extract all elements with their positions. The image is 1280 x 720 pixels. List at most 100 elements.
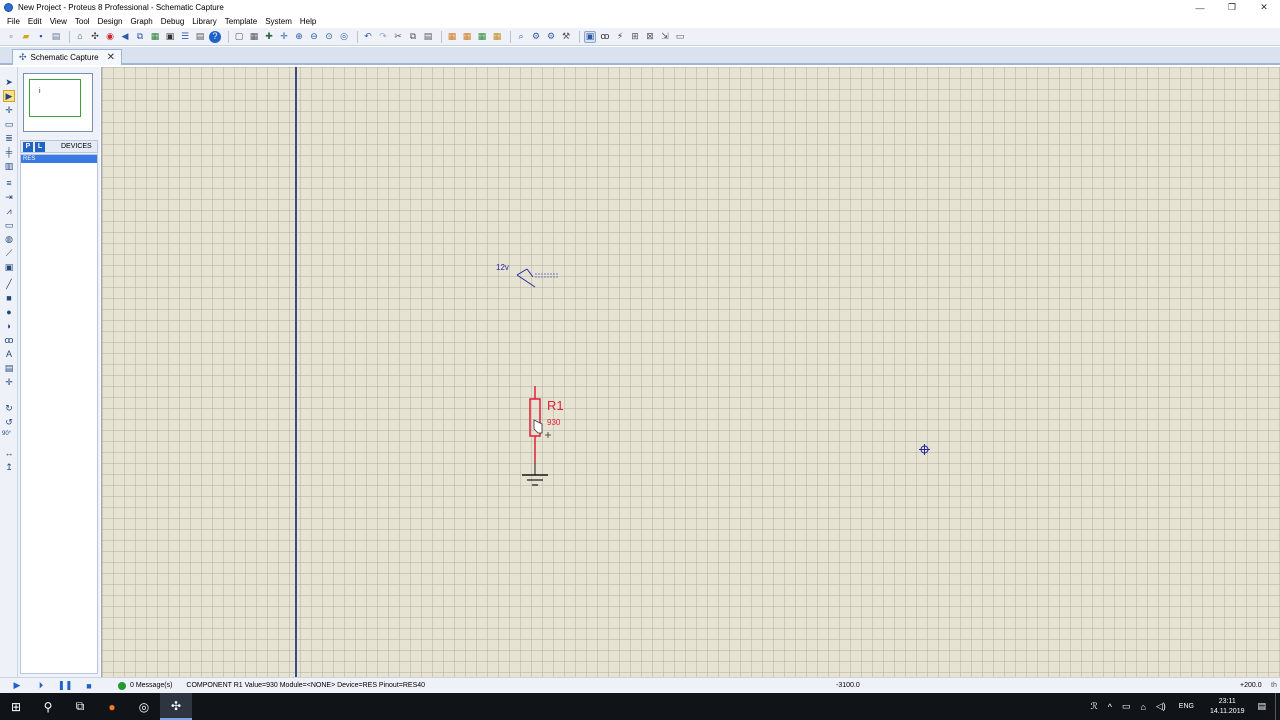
- stop-icon[interactable]: ■: [82, 679, 96, 693]
- pick-devices-button[interactable]: P: [23, 141, 33, 152]
- tape-recorder-icon[interactable]: ▭: [3, 219, 15, 231]
- design-explorer-icon[interactable]: ☰: [179, 31, 191, 43]
- library-manager-button[interactable]: L: [35, 141, 45, 152]
- close-project-icon[interactable]: ▤: [50, 31, 62, 43]
- message-status-icon[interactable]: [118, 681, 126, 690]
- proteus-taskbar-icon[interactable]: ✣: [160, 693, 192, 720]
- menu-template[interactable]: Template: [221, 17, 261, 26]
- junction-dot-icon[interactable]: ✛: [3, 104, 15, 116]
- zoom-in-icon[interactable]: ⊕: [293, 31, 305, 43]
- step-icon[interactable]: ⏵: [34, 679, 48, 693]
- paste-icon[interactable]: ▤: [422, 31, 434, 43]
- chevron-up-icon[interactable]: ^: [1108, 702, 1112, 712]
- menu-design[interactable]: Design: [94, 17, 127, 26]
- ground-terminal[interactable]: [522, 474, 548, 486]
- device-pins-icon[interactable]: ⇥: [3, 191, 15, 203]
- tab-schematic-capture[interactable]: ✣ Schematic Capture ✕: [12, 49, 122, 65]
- pick-device-icon[interactable]: ⌕: [515, 31, 527, 43]
- play-icon[interactable]: ▶: [10, 679, 24, 693]
- network-icon[interactable]: ⌂: [1140, 702, 1145, 712]
- menu-edit[interactable]: Edit: [24, 17, 46, 26]
- message-count[interactable]: 0 Message(s): [130, 682, 172, 689]
- decompose-icon[interactable]: ⚒: [560, 31, 572, 43]
- devices-list[interactable]: RES: [20, 154, 98, 674]
- source-code-icon[interactable]: ▣: [164, 31, 176, 43]
- zoom-all-icon[interactable]: ⊙: [323, 31, 335, 43]
- box-tool-icon[interactable]: ■: [3, 292, 15, 304]
- virtual-instruments-icon[interactable]: ▣: [3, 261, 15, 273]
- marker-tool-icon[interactable]: ✛: [3, 376, 15, 388]
- menu-system[interactable]: System: [261, 17, 296, 26]
- text-tool-icon[interactable]: A: [3, 348, 15, 360]
- battery-icon[interactable]: ▭: [1122, 701, 1131, 712]
- generator-icon[interactable]: ◍: [3, 233, 15, 245]
- schematic-icon[interactable]: ✣: [89, 31, 101, 43]
- gerber-icon[interactable]: ⧉: [134, 31, 146, 43]
- netlist-icon[interactable]: ▭: [674, 31, 686, 43]
- help-icon[interactable]: ?: [209, 30, 221, 43]
- pen-icon[interactable]: ℛ: [1091, 701, 1098, 712]
- search-icon[interactable]: ⚲: [32, 693, 64, 720]
- close-tab-icon[interactable]: ✕: [107, 52, 115, 63]
- menu-help[interactable]: Help: [296, 17, 320, 26]
- copy-icon[interactable]: ⧉: [407, 31, 419, 43]
- pause-icon[interactable]: ❚❚: [57, 679, 72, 693]
- restore-button[interactable]: ❐: [1216, 0, 1248, 15]
- notes-icon[interactable]: ▤: [194, 31, 206, 43]
- menu-view[interactable]: View: [46, 17, 71, 26]
- show-desktop-button[interactable]: [1275, 693, 1280, 720]
- menu-library[interactable]: Library: [188, 17, 220, 26]
- symbol-tool-icon[interactable]: ▤: [3, 362, 15, 374]
- refresh-icon[interactable]: ▢: [233, 31, 245, 43]
- component-mode-icon[interactable]: ▶: [3, 90, 15, 102]
- rotate-anticlockwise-icon[interactable]: ↺: [3, 416, 15, 428]
- mirror-horizontal-icon[interactable]: ↔: [3, 447, 15, 459]
- mirror-vertical-icon[interactable]: ↥: [3, 461, 15, 473]
- path-tool-icon[interactable]: ꝏ: [3, 334, 15, 346]
- windows-start-icon[interactable]: ⊞: [0, 693, 32, 720]
- wire-autorouter-icon[interactable]: ▣: [584, 30, 596, 43]
- circle-tool-icon[interactable]: ●: [3, 306, 15, 318]
- schematic-canvas[interactable]: 12v R1 930: [101, 67, 1280, 677]
- origin-icon[interactable]: ✚: [263, 31, 275, 43]
- rotation-angle[interactable]: 90°: [2, 431, 11, 437]
- minimize-button[interactable]: —: [1184, 0, 1216, 15]
- 3d-viewer-icon[interactable]: ◀: [119, 31, 131, 43]
- device-item-res[interactable]: RES: [21, 155, 97, 163]
- arc-tool-icon[interactable]: ◗: [3, 320, 15, 332]
- buses-icon[interactable]: ╪: [3, 146, 15, 158]
- property-assignment-icon[interactable]: ⚡: [614, 31, 626, 43]
- terminals-icon[interactable]: ≡: [3, 177, 15, 189]
- firefox-icon[interactable]: ●: [96, 693, 128, 720]
- new-file-icon[interactable]: ▫: [5, 31, 17, 43]
- open-folder-icon[interactable]: ▰: [20, 31, 32, 43]
- task-view-icon[interactable]: ⧉: [64, 693, 96, 720]
- new-sheet-icon[interactable]: ⊞: [629, 31, 641, 43]
- chrome-like-icon[interactable]: ◎: [128, 693, 160, 720]
- selection-mode-icon[interactable]: ➤: [3, 76, 15, 88]
- packaging-tool-icon[interactable]: ⚙: [545, 31, 557, 43]
- search-tag-icon[interactable]: ꝏ: [599, 31, 611, 43]
- overview-window[interactable]: i: [23, 73, 93, 132]
- goto-sheet-icon[interactable]: ⇲: [659, 31, 671, 43]
- cut-icon[interactable]: ✂: [392, 31, 404, 43]
- notifications-icon[interactable]: ▤: [1257, 701, 1266, 712]
- undo-icon[interactable]: ↶: [362, 31, 374, 43]
- center-icon[interactable]: ✛: [278, 31, 290, 43]
- home-icon[interactable]: ⌂: [74, 31, 86, 43]
- make-device-icon[interactable]: ⚙: [530, 31, 542, 43]
- menu-debug[interactable]: Debug: [157, 17, 189, 26]
- power-terminal-12v[interactable]: [516, 268, 559, 288]
- save-icon[interactable]: ▪: [35, 31, 47, 43]
- block-copy-icon[interactable]: ▦: [446, 31, 458, 43]
- rotate-clockwise-icon[interactable]: ↻: [3, 402, 15, 414]
- graph-icon[interactable]: ⩘: [3, 205, 15, 217]
- zoom-area-icon[interactable]: ◎: [338, 31, 350, 43]
- menu-graph[interactable]: Graph: [126, 17, 156, 26]
- grid-toggle-icon[interactable]: ▦: [248, 31, 260, 43]
- bom-icon[interactable]: ▦: [149, 31, 161, 43]
- text-script-icon[interactable]: ≣: [3, 132, 15, 144]
- volume-icon[interactable]: ◁): [1156, 701, 1166, 712]
- menu-file[interactable]: File: [3, 17, 24, 26]
- pcb-layout-icon[interactable]: ◉: [104, 31, 116, 43]
